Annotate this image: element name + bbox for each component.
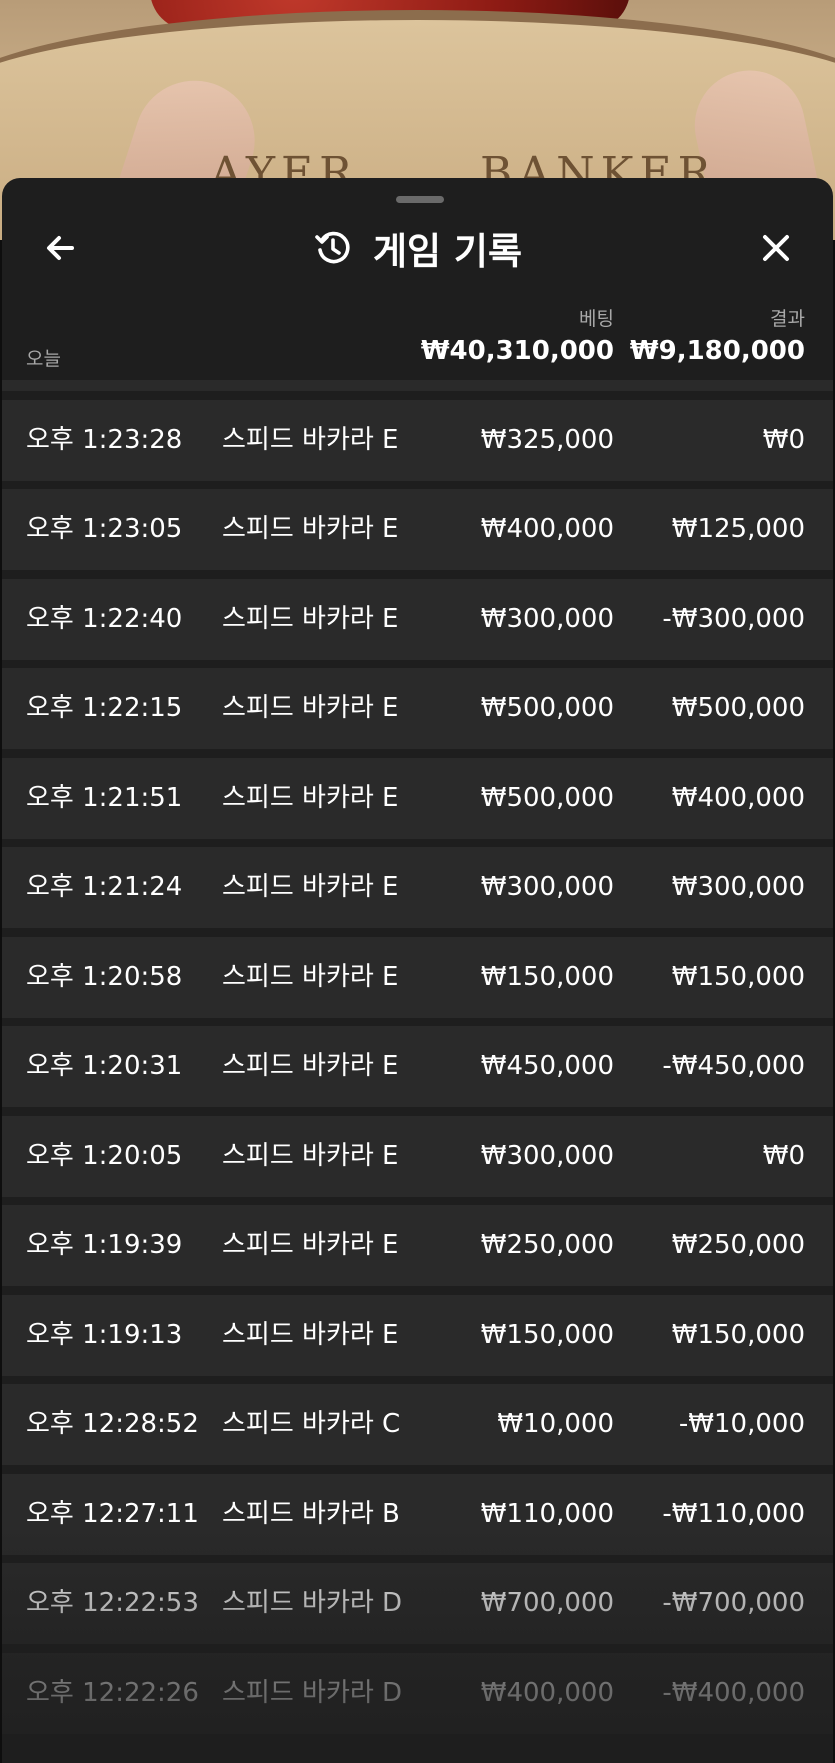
row-time: 오후 12:28:52 xyxy=(26,1409,199,1439)
bet-column-header: 베팅 xyxy=(579,308,614,330)
totals-summary: 베팅 결과 오늘 ₩40,310,000 ₩9,180,000 xyxy=(2,298,833,380)
history-row[interactable]: 오후 12:27:11 스피드 바카라 B ₩110,000 -₩110,000 xyxy=(2,1473,833,1555)
history-row[interactable]: 오후 1:22:15 스피드 바카라 E ₩500,000 ₩500,000 xyxy=(2,668,833,749)
history-icon xyxy=(315,231,350,264)
row-time: 오후 1:22:40 xyxy=(26,603,183,634)
history-row[interactable]: 오후 12:22:26 스피드 바카라 D ₩400,000 -₩400,000 xyxy=(2,1652,833,1734)
bet-total: ₩40,310,000 xyxy=(420,336,614,366)
history-row[interactable]: 오후 1:21:51 스피드 바카라 E ₩500,000 ₩400,000 xyxy=(2,757,833,839)
close-icon xyxy=(763,235,789,261)
row-bet-amount: ₩250,000 xyxy=(480,1230,614,1260)
row-result-amount: ₩300,000 xyxy=(671,872,805,902)
sheet-header: 게임 기록 xyxy=(2,208,833,288)
history-row[interactable]: 오후 1:21:24 스피드 바카라 E ₩300,000 ₩300,000 xyxy=(2,847,833,928)
row-time: 오후 12:22:26 xyxy=(26,1677,199,1708)
row-bet-amount: ₩400,000 xyxy=(480,514,614,544)
row-time: 오후 1:23:28 xyxy=(26,424,183,455)
row-time: 오후 1:20:58 xyxy=(26,961,183,992)
row-result-amount: -₩450,000 xyxy=(662,1051,805,1081)
history-row[interactable]: 오후 12:22:53 스피드 바카라 D ₩700,000 -₩700,000 xyxy=(2,1563,833,1644)
game-history-sheet: 게임 기록 베팅 결과 오늘 ₩40,310,000 ₩9,180,000 오후… xyxy=(2,178,833,1763)
row-time: 오후 1:21:51 xyxy=(26,782,183,813)
history-row[interactable]: 오후 1:20:31 스피드 바카라 E ₩450,000 -₩450,000 xyxy=(2,1026,833,1107)
row-time: 오후 12:22:53 xyxy=(26,1588,199,1618)
row-bet-amount: ₩150,000 xyxy=(480,961,614,992)
row-result-amount: ₩150,000 xyxy=(671,1319,805,1350)
row-game-name: 스피드 바카라 E xyxy=(222,424,399,455)
row-result-amount: -₩10,000 xyxy=(678,1409,805,1439)
row-game-name: 스피드 바카라 E xyxy=(222,514,399,544)
row-game-name: 스피드 바카라 E xyxy=(222,782,399,813)
history-row[interactable]: 오후 1:23:05 스피드 바카라 E ₩400,000 ₩125,000 xyxy=(2,489,833,570)
row-game-name: 스피드 바카라 E xyxy=(222,1051,399,1081)
row-result-amount: -₩110,000 xyxy=(662,1498,805,1529)
row-time: 오후 1:20:05 xyxy=(26,1140,183,1171)
row-game-name: 스피드 바카라 E xyxy=(222,693,399,723)
row-result-amount: ₩0 xyxy=(762,1140,805,1171)
history-list[interactable]: 오후 1:23:50스피드 바카라 E₩325,000₩325,000오후 1:… xyxy=(2,356,833,1763)
row-game-name: 스피드 바카라 C xyxy=(222,1409,401,1439)
result-column-header: 결과 xyxy=(770,308,805,330)
row-result-amount: -₩700,000 xyxy=(662,1588,805,1618)
row-result-amount: ₩125,000 xyxy=(671,514,805,544)
row-time: 오후 1:21:24 xyxy=(26,872,183,902)
row-result-amount: -₩400,000 xyxy=(662,1677,805,1708)
row-game-name: 스피드 바카라 D xyxy=(222,1677,403,1708)
row-bet-amount: ₩300,000 xyxy=(480,1140,614,1171)
drag-handle[interactable] xyxy=(396,196,444,203)
row-bet-amount: ₩700,000 xyxy=(480,1588,614,1618)
row-bet-amount: ₩300,000 xyxy=(480,603,614,634)
row-result-amount: ₩150,000 xyxy=(671,961,805,992)
close-button[interactable] xyxy=(752,224,800,272)
row-game-name: 스피드 바카라 E xyxy=(222,603,399,634)
row-time: 오후 1:19:13 xyxy=(26,1319,183,1350)
row-bet-amount: ₩10,000 xyxy=(497,1409,614,1439)
row-bet-amount: ₩150,000 xyxy=(480,1319,614,1350)
row-game-name: 스피드 바카라 B xyxy=(222,1498,400,1529)
row-game-name: 스피드 바카라 E xyxy=(222,1319,399,1350)
row-time: 오후 12:27:11 xyxy=(26,1498,199,1529)
row-game-name: 스피드 바카라 E xyxy=(222,1140,399,1171)
date-group-label: 오늘 xyxy=(26,348,61,370)
result-total: ₩9,180,000 xyxy=(629,336,805,366)
row-game-name: 스피드 바카라 E xyxy=(222,1230,399,1260)
row-bet-amount: ₩325,000 xyxy=(480,424,614,455)
history-row[interactable]: 오후 1:20:58 스피드 바카라 E ₩150,000 ₩150,000 xyxy=(2,936,833,1018)
row-game-name: 스피드 바카라 E xyxy=(222,872,399,902)
row-bet-amount: ₩300,000 xyxy=(480,872,614,902)
row-bet-amount: ₩450,000 xyxy=(480,1051,614,1081)
history-row[interactable]: 오후 1:23:28 스피드 바카라 E ₩325,000 ₩0 xyxy=(2,399,833,481)
history-row[interactable]: 오후 1:22:40 스피드 바카라 E ₩300,000 -₩300,000 xyxy=(2,578,833,660)
history-row[interactable]: 오후 1:19:39 스피드 바카라 E ₩250,000 ₩250,000 xyxy=(2,1205,833,1286)
row-game-name: 스피드 바카라 E xyxy=(222,961,399,992)
row-bet-amount: ₩400,000 xyxy=(480,1677,614,1708)
page-title: 게임 기록 xyxy=(372,230,523,273)
history-row[interactable]: 오후 12:28:52 스피드 바카라 C ₩10,000 -₩10,000 xyxy=(2,1384,833,1465)
row-time: 오후 1:19:39 xyxy=(26,1230,183,1260)
row-bet-amount: ₩500,000 xyxy=(480,782,614,813)
row-time: 오후 1:22:15 xyxy=(26,693,183,723)
row-time: 오후 1:23:05 xyxy=(26,514,183,544)
row-result-amount: ₩0 xyxy=(762,424,805,455)
row-result-amount: ₩400,000 xyxy=(671,782,805,813)
history-row[interactable]: 오후 1:20:05 스피드 바카라 E ₩300,000 ₩0 xyxy=(2,1115,833,1197)
row-result-amount: -₩300,000 xyxy=(662,603,805,634)
title-group: 게임 기록 xyxy=(2,208,833,288)
history-row[interactable]: 오후 1:19:13 스피드 바카라 E ₩150,000 ₩150,000 xyxy=(2,1294,833,1376)
row-time: 오후 1:20:31 xyxy=(26,1051,183,1081)
row-result-amount: ₩500,000 xyxy=(671,693,805,723)
row-bet-amount: ₩110,000 xyxy=(480,1498,614,1529)
row-result-amount: ₩250,000 xyxy=(671,1230,805,1260)
row-game-name: 스피드 바카라 D xyxy=(222,1588,403,1618)
row-bet-amount: ₩500,000 xyxy=(480,693,614,723)
